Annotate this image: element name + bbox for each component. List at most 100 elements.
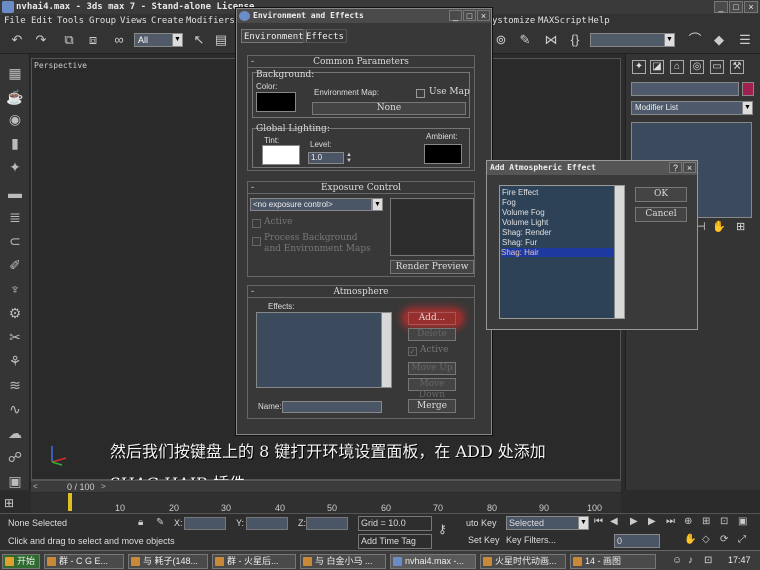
cylinder-icon[interactable]: ▮ [6, 134, 24, 152]
curve-editor-icon[interactable]: ⌒ [688, 33, 702, 47]
ambient-color-swatch[interactable] [424, 144, 462, 164]
effect-list-scrollbar[interactable] [614, 186, 624, 318]
play-icon[interactable]: ▶ [630, 516, 638, 527]
key-filters-button[interactable]: Key Filters... [506, 535, 556, 545]
transform-mode-icon[interactable]: ✎ [156, 517, 164, 528]
zoom-extents-icon[interactable]: ⊡ [720, 516, 728, 527]
render-setup-icon[interactable]: ☰ [738, 33, 752, 47]
background-color-swatch[interactable] [256, 92, 296, 112]
close-button[interactable]: × [744, 1, 758, 13]
chevron-down-icon[interactable]: ▼ [664, 33, 675, 47]
spinner-arrows-icon[interactable]: ▲ ▼ [346, 152, 354, 164]
render-preview-button[interactable]: Render Preview [390, 260, 474, 274]
maximize-button[interactable]: □ [729, 1, 743, 13]
person-icon[interactable]: ⚘ [6, 352, 24, 370]
menu-customize[interactable]: ystomize [492, 14, 535, 28]
redo-icon[interactable]: ↷ [34, 33, 48, 47]
wave-icon[interactable]: ∿ [6, 400, 24, 418]
object-name-field[interactable] [631, 82, 739, 96]
selection-filter-dropdown[interactable]: All [134, 33, 174, 47]
brush-icon[interactable]: ✐ [6, 256, 24, 274]
task-button[interactable]: 群 - 火星后... [212, 554, 296, 569]
shapes-icon[interactable]: ▦ [6, 64, 24, 82]
spinner-snap-icon[interactable]: ⊚ [494, 33, 508, 47]
environment-map-button[interactable]: None [312, 102, 466, 115]
zoom-icon[interactable]: ⊕ [684, 516, 692, 527]
minimize-button[interactable]: _ [714, 1, 728, 13]
move-up-button[interactable]: Move Up [408, 362, 456, 375]
effect-name-field[interactable] [282, 401, 382, 413]
lamp-icon[interactable]: ♆ [6, 280, 24, 298]
star-icon[interactable]: ✦ [6, 158, 24, 176]
menu-create[interactable]: Create [151, 14, 184, 28]
menu-maxscript[interactable]: MAXScript [538, 14, 587, 28]
task-button[interactable]: 火星时代动画... [480, 554, 566, 569]
volume-icon[interactable]: ♪ [688, 555, 693, 566]
sphere-icon[interactable]: ◉ [6, 110, 24, 128]
chevron-down-icon[interactable]: ▼ [372, 198, 383, 211]
env-close-button[interactable]: × [477, 10, 490, 21]
exposure-active-checkbox[interactable] [252, 219, 261, 228]
process-background-checkbox[interactable] [252, 237, 261, 246]
auto-key-button[interactable]: uto Key [466, 518, 497, 528]
show-end-result-icon[interactable]: ✋ [712, 220, 726, 233]
chevron-down-icon[interactable]: ▼ [742, 101, 753, 115]
zoom-extents-all-icon[interactable]: ▣ [738, 516, 747, 527]
drop-icon[interactable]: ☁ [6, 424, 24, 442]
list-item-selected[interactable]: Shag: Hair [501, 248, 613, 257]
camera-icon[interactable]: ▣ [6, 472, 24, 490]
add-time-tag-button[interactable]: Add Time Tag [358, 534, 432, 549]
add-dialog-close-button[interactable]: × [683, 162, 696, 173]
viewport-label[interactable]: Perspective [34, 61, 87, 70]
task-button-active[interactable]: nvhai4.max -... [390, 554, 476, 569]
network-icon[interactable]: ⊡ [704, 555, 712, 566]
named-selection-sets-field[interactable] [590, 33, 666, 47]
bind-space-warp-icon[interactable]: ∞ [112, 33, 126, 47]
mirror-icon[interactable]: ⋈ [544, 33, 558, 47]
display-tab-icon[interactable]: ▭ [710, 60, 724, 74]
list-item[interactable]: Volume Fog [502, 208, 545, 217]
env-minimize-button[interactable]: _ [449, 10, 462, 21]
add-dialog-title-bar[interactable]: Add Atmospheric Effect [487, 161, 697, 175]
named-selection-icon[interactable]: ✎ [518, 33, 532, 47]
zoom-all-icon[interactable]: ⊞ [702, 516, 710, 527]
field-of-view-icon[interactable]: ◇ [702, 534, 710, 545]
unlink-icon[interactable]: ⧈ [86, 33, 100, 47]
material-editor-icon[interactable]: ◆ [712, 33, 726, 47]
menu-help[interactable]: Help [588, 14, 610, 28]
atmosphere-active-checkbox[interactable]: ✓ [408, 347, 417, 356]
next-frame-icon[interactable]: > [101, 481, 106, 493]
menu-views[interactable]: Views [120, 14, 147, 28]
configure-sets-icon[interactable]: ⊞ [736, 220, 745, 233]
list-item[interactable]: Fire Effect [502, 188, 538, 197]
track-bar[interactable]: 10 20 30 40 50 60 70 80 90 100 [31, 493, 621, 513]
time-marker[interactable] [68, 493, 72, 511]
delete-effect-button[interactable]: Delete [408, 328, 456, 341]
ok-button[interactable]: OK [635, 187, 687, 202]
atmosphere-header[interactable]: - Atmosphere [248, 286, 474, 298]
task-button[interactable]: 群 - C G E... [44, 554, 124, 569]
task-button[interactable]: 与 白金小马 ... [300, 554, 386, 569]
env-maximize-button[interactable]: □ [463, 10, 476, 21]
menu-tools[interactable]: Tools [57, 14, 84, 28]
modifier-list-dropdown[interactable]: Modifier List [631, 101, 744, 115]
time-slider[interactable]: < 0 / 100 > [31, 480, 621, 492]
menu-file[interactable]: File [4, 14, 26, 28]
create-tab-icon[interactable]: ✦ [632, 60, 646, 74]
menu-modifiers[interactable]: Modifiers [186, 14, 235, 28]
exposure-control-header[interactable]: - Exposure Control [248, 182, 474, 194]
task-button[interactable]: 与 耗子(148... [128, 554, 208, 569]
effects-list-scrollbar[interactable] [381, 313, 391, 387]
undo-icon[interactable]: ↶ [10, 33, 24, 47]
select-object-icon[interactable]: ↖ [192, 33, 206, 47]
chevron-down-icon[interactable]: ▼ [172, 33, 183, 47]
mini-listener-icon[interactable]: ⊞ [4, 496, 18, 510]
common-parameters-header[interactable]: - Common Parameters [248, 56, 474, 68]
tube-icon[interactable]: ⊂ [6, 232, 24, 250]
curly-braces-icon[interactable]: {} [568, 33, 582, 47]
set-key-button[interactable]: Set Key [468, 535, 500, 545]
previous-frame-icon[interactable]: ◀ [610, 516, 618, 527]
object-color-swatch[interactable] [742, 82, 754, 96]
start-button[interactable]: 开始 [2, 554, 40, 569]
go-to-end-icon[interactable]: ⏭ [666, 516, 675, 527]
